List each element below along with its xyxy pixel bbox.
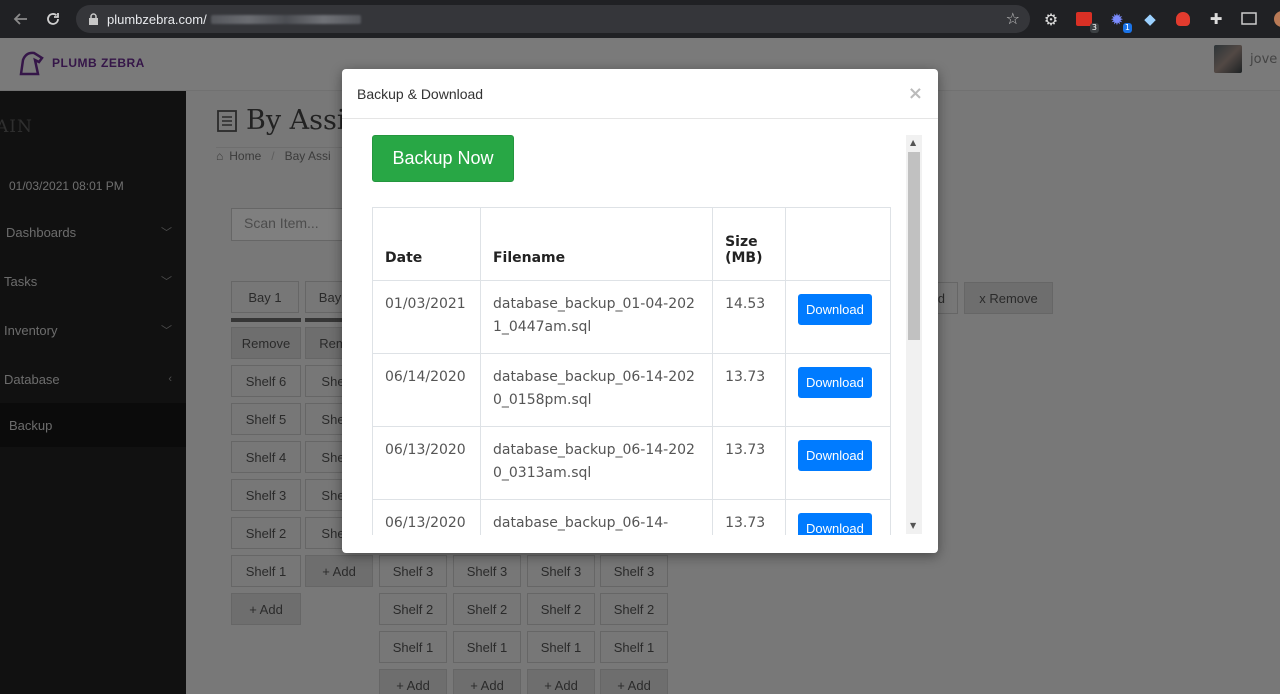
scroll-up-arrow-icon[interactable]: ▲ <box>910 138 916 147</box>
scroll-down-arrow-icon[interactable]: ▼ <box>910 521 916 530</box>
cell-filename: database_backup_06-14- <box>479 499 714 535</box>
cell-date: 06/13/2020 <box>372 426 481 500</box>
modal-body: Backup Now Date Filename Size (MB) 01/03… <box>372 135 920 535</box>
table-row: 01/03/2021 database_backup_01-04-2021_04… <box>372 280 891 354</box>
lock-icon <box>89 13 98 25</box>
cell-size: 13.73 <box>712 499 787 535</box>
backup-table: Date Filename Size (MB) 01/03/2021 datab… <box>372 207 891 535</box>
table-row: 06/13/2020 database_backup_06-14-2020_03… <box>372 426 891 500</box>
download-button[interactable]: Download <box>798 367 872 398</box>
table-row: 06/14/2020 database_backup_06-14-2020_01… <box>372 353 891 427</box>
cell-size: 13.73 <box>712 426 787 500</box>
cell-date: 06/13/2020 <box>372 499 481 535</box>
cell-filename: database_backup_06-14-2020_0313am.sql <box>479 426 714 500</box>
extensions-puzzle-icon[interactable]: ✚ <box>1205 8 1227 30</box>
column-header-size: Size (MB) <box>712 207 787 281</box>
url-text: plumbzebra.com/ <box>107 11 207 27</box>
address-bar[interactable]: plumbzebra.com/ ☆ <box>76 5 1030 33</box>
cell-date: 06/14/2020 <box>372 353 481 427</box>
close-icon[interactable]: × <box>908 83 923 104</box>
column-header-date: Date <box>372 207 481 281</box>
modal-header: Backup & Download × <box>342 69 938 119</box>
modal-scrollbar[interactable]: ▲ ▼ <box>906 135 922 534</box>
reload-icon[interactable] <box>38 4 68 34</box>
gear-extension-icon[interactable]: ⚙ <box>1040 8 1062 30</box>
backup-modal: Backup & Download × Backup Now Date File… <box>342 69 938 553</box>
back-arrow-icon[interactable] <box>6 4 36 34</box>
calendar-extension-icon[interactable]: 3 <box>1073 8 1099 33</box>
bookmark-star-icon[interactable]: ☆ <box>1006 9 1020 28</box>
scroll-thumb[interactable] <box>908 152 920 340</box>
cell-size: 13.73 <box>712 353 787 427</box>
table-row: 06/13/2020 database_backup_06-14- 13.73 … <box>372 499 891 535</box>
puzzle-gear-extension-icon[interactable]: ✹ 1 <box>1106 8 1132 33</box>
url-redacted <box>210 14 361 24</box>
santa-extension-icon[interactable] <box>1172 8 1194 30</box>
column-header-filename: Filename <box>479 207 714 281</box>
profile-avatar-icon[interactable] <box>1271 8 1280 30</box>
modal-title: Backup & Download <box>357 85 484 102</box>
cast-icon[interactable] <box>1238 8 1260 30</box>
column-header-action <box>785 207 891 281</box>
diamond-extension-icon[interactable]: ◆ <box>1139 8 1161 30</box>
download-button[interactable]: Download <box>798 440 872 471</box>
extensions-bar: ⚙ 3 ✹ 1 ◆ ✚ <box>1040 8 1280 33</box>
download-button[interactable]: Download <box>798 294 872 325</box>
download-button[interactable]: Download <box>798 513 872 535</box>
cell-filename: database_backup_06-14-2020_0158pm.sql <box>479 353 714 427</box>
cell-size: 14.53 <box>712 280 787 354</box>
backup-now-button[interactable]: Backup Now <box>372 135 514 182</box>
cell-filename: database_backup_01-04-2021_0447am.sql <box>479 280 714 354</box>
cell-date: 01/03/2021 <box>372 280 481 354</box>
browser-toolbar: plumbzebra.com/ ☆ ⚙ 3 ✹ 1 ◆ ✚ <box>0 0 1280 38</box>
